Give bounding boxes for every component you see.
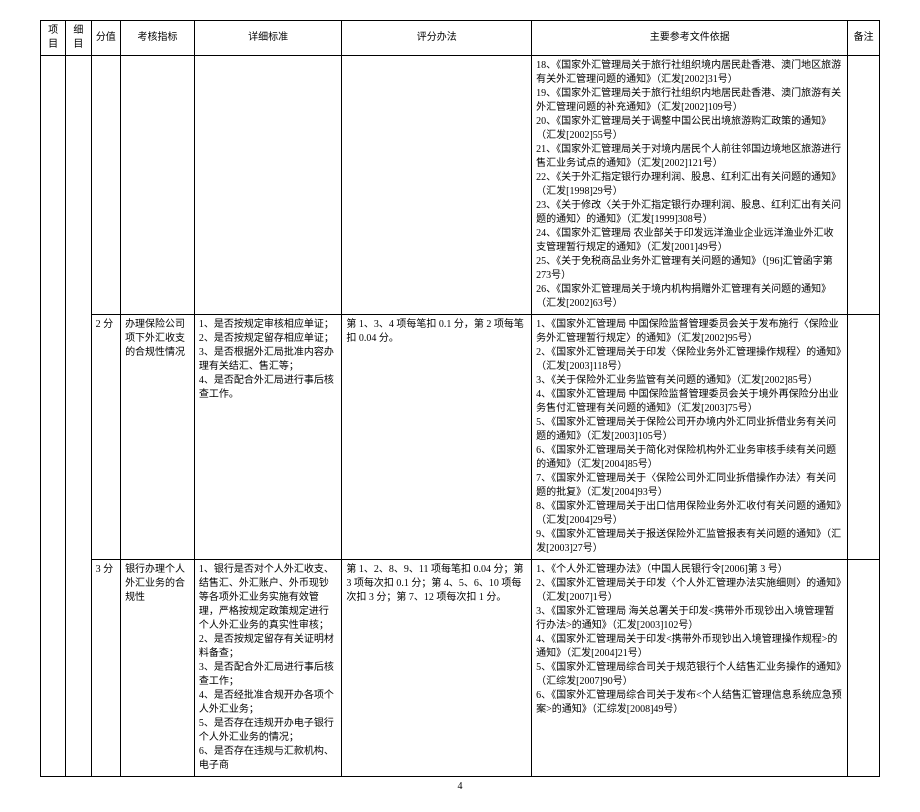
- table-row: 18、《国家外汇管理局关于旅行社组织境内居民赴香港、澳门地区旅游有关外汇管理问题…: [41, 56, 880, 315]
- cell-note: [848, 315, 880, 560]
- header-method: 评分办法: [342, 21, 532, 56]
- cell-index: [121, 56, 195, 315]
- cell-score: [91, 56, 121, 315]
- cell-reference: 18、《国家外汇管理局关于旅行社组织境内居民赴香港、澳门地区旅游有关外汇管理问题…: [532, 56, 848, 315]
- header-detail: 细目: [66, 21, 91, 56]
- cell-project: [41, 56, 66, 777]
- cell-method: 第 1、2、8、9、11 项每笔扣 0.04 分；第 3 项每次扣 0.1 分；…: [342, 560, 532, 777]
- cell-standard: 1、银行是否对个人外汇收支、结售汇、外汇账户、外币现钞等各项外汇业务实施有效管理…: [194, 560, 342, 777]
- cell-standard: 1、是否按规定审核相应单证； 2、是否按规定留存相应单证； 3、是否根据外汇局批…: [194, 315, 342, 560]
- cell-note: [848, 56, 880, 315]
- header-reference: 主要参考文件依据: [532, 21, 848, 56]
- header-note: 备注: [848, 21, 880, 56]
- header-index: 考核指标: [121, 21, 195, 56]
- cell-index: 办理保险公司项下外汇收支的合规性情况: [121, 315, 195, 560]
- cell-method: [342, 56, 532, 315]
- header-row: 项目 细目 分值 考核指标 详细标准 评分办法 主要参考文件依据 备注: [41, 21, 880, 56]
- header-score: 分值: [91, 21, 121, 56]
- cell-method: 第 1、3、4 项每笔扣 0.1 分，第 2 项每笔扣 0.04 分。: [342, 315, 532, 560]
- assessment-table: 项目 细目 分值 考核指标 详细标准 评分办法 主要参考文件依据 备注 18、《…: [40, 20, 880, 777]
- table-row: 3 分 银行办理个人外汇业务的合规性 1、银行是否对个人外汇收支、结售汇、外汇账…: [41, 560, 880, 777]
- cell-reference: 1、《国家外汇管理局 中国保险监督管理委员会关于发布施行〈保险业务外汇管理暂行规…: [532, 315, 848, 560]
- cell-standard: [194, 56, 342, 315]
- cell-note: [848, 560, 880, 777]
- header-standard: 详细标准: [194, 21, 342, 56]
- page-number: 4: [40, 781, 880, 792]
- cell-index: 银行办理个人外汇业务的合规性: [121, 560, 195, 777]
- cell-score: 2 分: [91, 315, 121, 560]
- cell-detail: [66, 56, 91, 777]
- cell-reference: 1、《个人外汇管理办法》（中国人民银行令[2006]第 3 号） 2、《国家外汇…: [532, 560, 848, 777]
- header-project: 项目: [41, 21, 66, 56]
- cell-score: 3 分: [91, 560, 121, 777]
- table-row: 2 分 办理保险公司项下外汇收支的合规性情况 1、是否按规定审核相应单证； 2、…: [41, 315, 880, 560]
